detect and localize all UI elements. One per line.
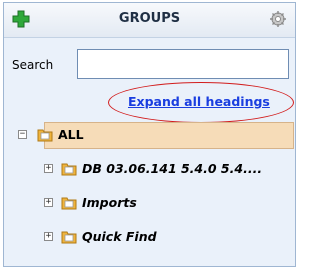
- tree-node-imports[interactable]: + Imports: [44, 191, 294, 215]
- search-input[interactable]: [77, 49, 289, 79]
- expand-toggle-icon[interactable]: +: [44, 232, 53, 241]
- groups-panel: GROUPS Search Expand all headings − ALL …: [3, 2, 296, 267]
- expand-toggle-icon[interactable]: +: [44, 164, 53, 173]
- tree-node-label: Quick Find: [82, 229, 157, 244]
- expand-all-headings-link[interactable]: Expand all headings: [128, 94, 270, 109]
- tree-node-quick-find[interactable]: + Quick Find: [44, 225, 294, 249]
- folder-icon: [37, 129, 53, 142]
- tree-node-all[interactable]: − ALL: [14, 123, 294, 147]
- folder-icon: [61, 231, 77, 244]
- tree-node-label: Imports: [82, 195, 137, 210]
- collapse-toggle-icon[interactable]: −: [18, 130, 27, 139]
- panel-header: GROUPS: [4, 3, 295, 38]
- folder-icon: [61, 163, 77, 176]
- folder-icon: [61, 197, 77, 210]
- gear-icon[interactable]: [269, 10, 287, 28]
- tree-node-label: DB 03.06.141 5.4.0 5.4....: [82, 161, 263, 176]
- search-label: Search: [12, 58, 54, 72]
- tree-node-label: ALL: [58, 127, 84, 142]
- tree-node-db[interactable]: + DB 03.06.141 5.4.0 5.4....: [44, 157, 294, 181]
- panel-title: GROUPS: [118, 11, 181, 26]
- expand-toggle-icon[interactable]: +: [44, 198, 53, 207]
